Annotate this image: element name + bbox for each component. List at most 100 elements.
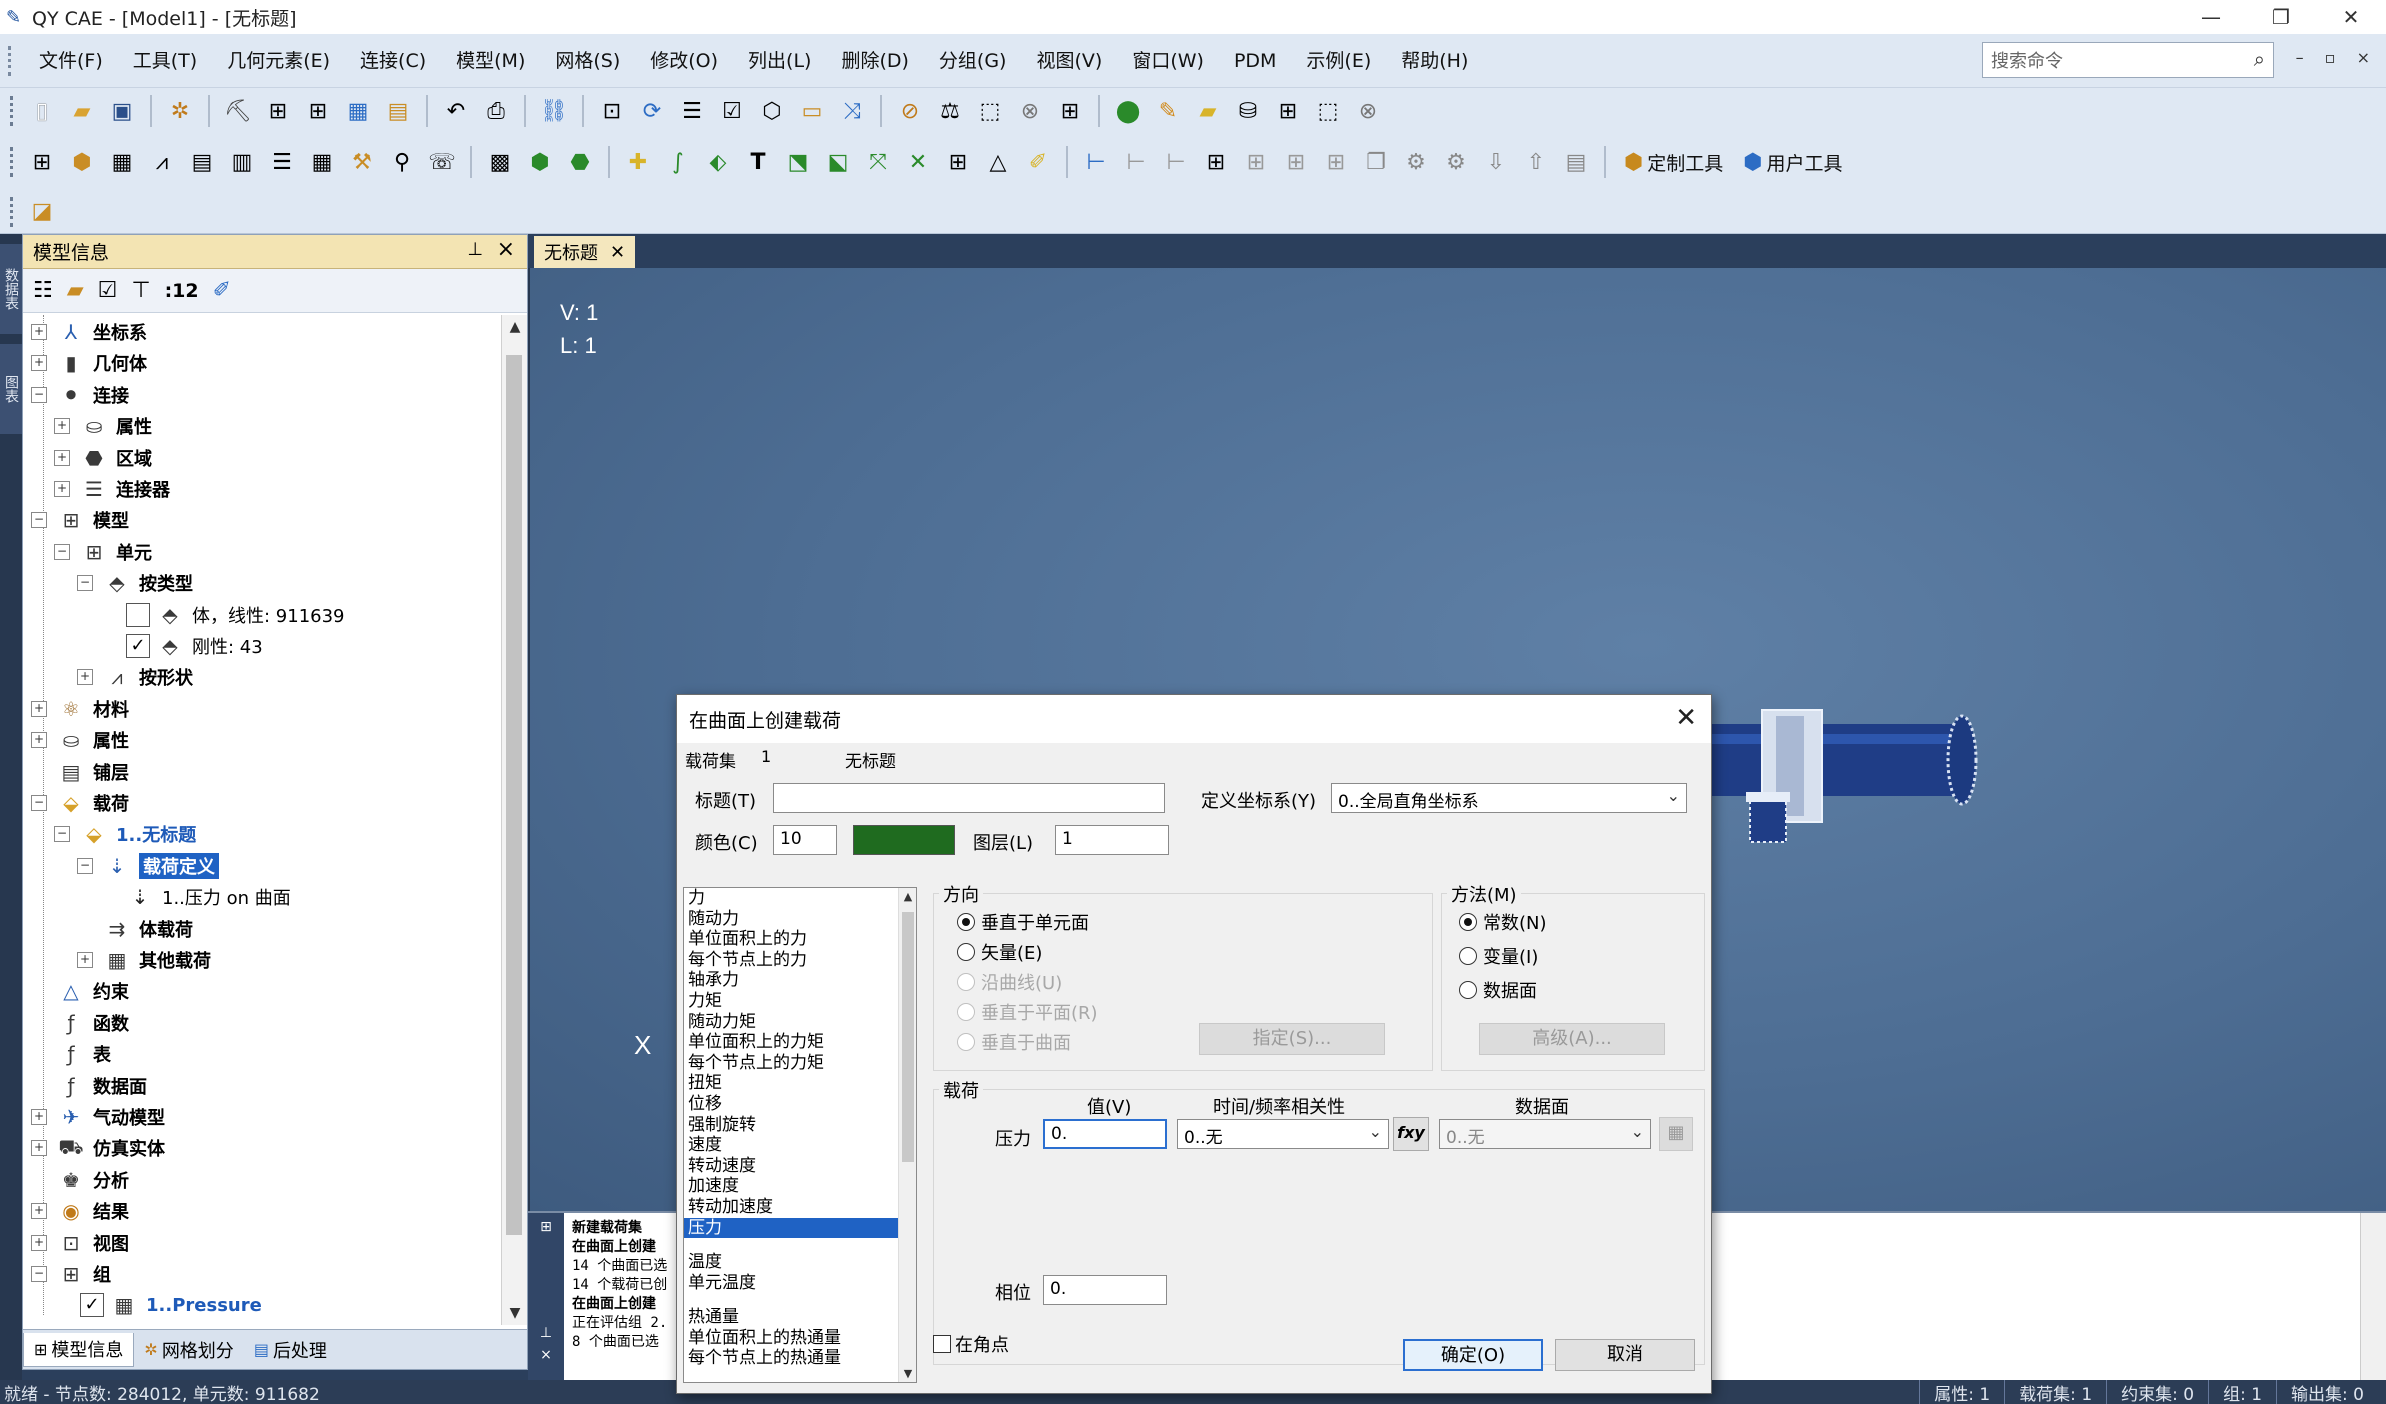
entity-select-icon[interactable]: ◪ xyxy=(25,195,59,229)
menu-model[interactable]: 模型(M) xyxy=(441,34,540,88)
undo-icon[interactable]: ↶ xyxy=(439,94,473,128)
load-type-item[interactable]: 转动速度 xyxy=(684,1156,916,1177)
zoom-box-icon[interactable]: ⊡ xyxy=(595,94,629,128)
direction-normal-to-plane-radio[interactable]: 垂直于平面(R) xyxy=(957,999,1098,1025)
load-type-item[interactable]: 扭矩 xyxy=(684,1073,916,1094)
collapse-icon[interactable]: − xyxy=(31,386,47,403)
load-type-item[interactable]: 单元温度 xyxy=(684,1273,916,1294)
tree-item[interactable]: + ⊡ 视图 xyxy=(31,1228,129,1258)
tree-item[interactable]: + ▮ 几何体 xyxy=(31,348,147,378)
scrollbar-thumb[interactable] xyxy=(902,912,914,1162)
grid-view-3-icon[interactable]: ⊞ xyxy=(1279,145,1313,179)
user-tools-button[interactable]: ⬢ 用户工具 xyxy=(1743,149,1842,176)
mesh-control-icon[interactable]: ▦ xyxy=(105,145,139,179)
menu-examples[interactable]: 示例(E) xyxy=(1291,34,1386,88)
expand-icon[interactable]: + xyxy=(31,700,47,717)
upload-icon[interactable]: ⇧ xyxy=(1519,145,1553,179)
load-type-item[interactable]: 力 xyxy=(684,888,916,909)
tree-item[interactable]: − ⊞ 模型 xyxy=(31,505,129,535)
tree-item[interactable]: − ⬙ 1..无标题 xyxy=(54,819,196,849)
load-type-item[interactable]: 单位面积上的力矩 xyxy=(684,1032,916,1053)
tree-item[interactable]: − ⊞ 组 xyxy=(31,1259,111,1289)
new-file-icon[interactable]: ▯ xyxy=(25,94,59,128)
tree-item[interactable]: − ⚫ 连接 xyxy=(31,380,129,410)
output-close-icon[interactable]: × xyxy=(528,1347,564,1363)
tree-item[interactable]: ⬘ 体，线性: 911639 xyxy=(100,600,345,630)
menu-pdm[interactable]: PDM xyxy=(1219,34,1291,88)
expand-icon[interactable]: + xyxy=(31,1234,47,1251)
tab-model-info[interactable]: ⊞ 模型信息 xyxy=(23,1332,135,1367)
table-icon[interactable]: ▤ xyxy=(185,145,219,179)
toolbar-grip[interactable] xyxy=(10,196,16,227)
tree-item[interactable]: + ⛟ 仿真实体 xyxy=(31,1133,165,1163)
tree-item[interactable]: ƒ 函数 xyxy=(31,1008,129,1038)
collapse-icon[interactable]: − xyxy=(77,575,93,592)
expand-icon[interactable]: + xyxy=(31,1203,47,1220)
load-type-item[interactable]: 位移 xyxy=(684,1094,916,1115)
rotate-icon[interactable]: ⟳ xyxy=(635,94,669,128)
tree-item[interactable]: + ⬣ 区域 xyxy=(54,443,152,473)
layer-input[interactable]: 1 xyxy=(1055,825,1169,855)
menu-connect[interactable]: 连接(C) xyxy=(345,34,441,88)
check-list-icon[interactable]: ☑ xyxy=(715,94,749,128)
menu-window[interactable]: 窗口(W) xyxy=(1117,34,1219,88)
surface-icon[interactable]: ⬤ xyxy=(1111,94,1145,128)
ruler-icon[interactable]: ▭ xyxy=(795,94,829,128)
sweep-icon[interactable]: ⬖ xyxy=(701,145,735,179)
grid-view-4-icon[interactable]: ⊞ xyxy=(1319,145,1353,179)
expand-icon[interactable]: + xyxy=(31,1140,47,1157)
cross-icon[interactable]: ✕ xyxy=(901,145,935,179)
collapse-icon[interactable]: − xyxy=(54,826,70,843)
curve-icon[interactable]: ∫ xyxy=(661,145,695,179)
coord-system-select[interactable]: 0..全局直角坐标系 ⌄ xyxy=(1331,783,1687,813)
method-variable-radio[interactable]: 变量(I) xyxy=(1459,943,1538,969)
load-type-item[interactable]: 单位面积上的热通量 xyxy=(684,1328,916,1349)
time-dependence-select[interactable]: 0..无 ⌄ xyxy=(1177,1119,1389,1149)
chart-tab[interactable]: 图表 xyxy=(0,344,22,434)
pin-icon[interactable]: ⊥ xyxy=(467,239,483,260)
restore-button[interactable]: ❐ xyxy=(2246,0,2316,34)
color-input[interactable]: 10 xyxy=(773,825,837,855)
tree-item[interactable]: + ✈ 气动模型 xyxy=(31,1102,165,1132)
grid-add-icon[interactable]: ⊞ xyxy=(301,94,335,128)
scroll-up-arrow[interactable]: ▲ xyxy=(502,319,528,335)
gear-sync-icon[interactable]: ⚙ xyxy=(1399,145,1433,179)
tree-item[interactable]: − ⊞ 单元 xyxy=(54,537,152,567)
view-tab[interactable]: 无标题 ✕ xyxy=(534,236,636,268)
cancel-circle-icon[interactable]: ⊗ xyxy=(1013,94,1047,128)
menu-delete[interactable]: 删除(D) xyxy=(826,34,923,88)
load-type-item[interactable]: 转动加速度 xyxy=(684,1197,916,1218)
collapse-icon[interactable]: − xyxy=(31,795,47,811)
spreadsheet-icon[interactable]: ▦ xyxy=(305,145,339,179)
grid-select-icon[interactable]: ⊞ xyxy=(261,94,295,128)
list-window-icon[interactable]: ☰ xyxy=(265,145,299,179)
menu-group[interactable]: 分组(G) xyxy=(924,34,1022,88)
specify-button[interactable]: 指定(S)... xyxy=(1199,1023,1385,1055)
load-type-item[interactable]: 随动力矩 xyxy=(684,1012,916,1033)
message-icon[interactable]: ☏ xyxy=(425,145,459,179)
advanced-button[interactable]: 高级(A)... xyxy=(1479,1023,1665,1055)
move-icon[interactable]: ✚ xyxy=(621,145,655,179)
align-center-icon[interactable]: ⊢ xyxy=(1119,145,1153,179)
tab-meshing[interactable]: ✲ 网格划分 xyxy=(134,1337,243,1363)
tab-postprocess[interactable]: ▤ 后处理 xyxy=(244,1337,337,1363)
expand-icon[interactable]: + xyxy=(31,355,47,372)
scroll-up-arrow[interactable]: ▲ xyxy=(899,890,916,903)
menu-tools[interactable]: 工具(T) xyxy=(118,34,212,88)
graph-icon[interactable]: ⩘ xyxy=(145,145,179,179)
report-icon[interactable]: ▥ xyxy=(225,145,259,179)
settings-icon[interactable]: ✲ xyxy=(163,94,197,128)
menu-file[interactable]: 文件(F) xyxy=(24,34,118,88)
add-box-icon[interactable]: ⊞ xyxy=(1053,94,1087,128)
print-icon[interactable]: ⎙ xyxy=(479,94,513,128)
load-type-item[interactable]: 温度 xyxy=(684,1252,916,1273)
tree-item[interactable]: + ⅄ 坐标系 xyxy=(31,317,147,347)
folder-up-icon[interactable]: ▰ xyxy=(67,278,84,303)
model-geometry[interactable] xyxy=(1700,708,2000,858)
query-icon[interactable]: ⊘ xyxy=(893,94,927,128)
expand-icon[interactable]: + xyxy=(77,669,93,686)
open-folder-icon[interactable]: ▰ xyxy=(65,94,99,128)
database-icon[interactable]: ⛁ xyxy=(1231,94,1265,128)
tree-checkbox[interactable]: ✓ xyxy=(80,1293,104,1318)
measure-icon[interactable]: ⚖ xyxy=(933,94,967,128)
